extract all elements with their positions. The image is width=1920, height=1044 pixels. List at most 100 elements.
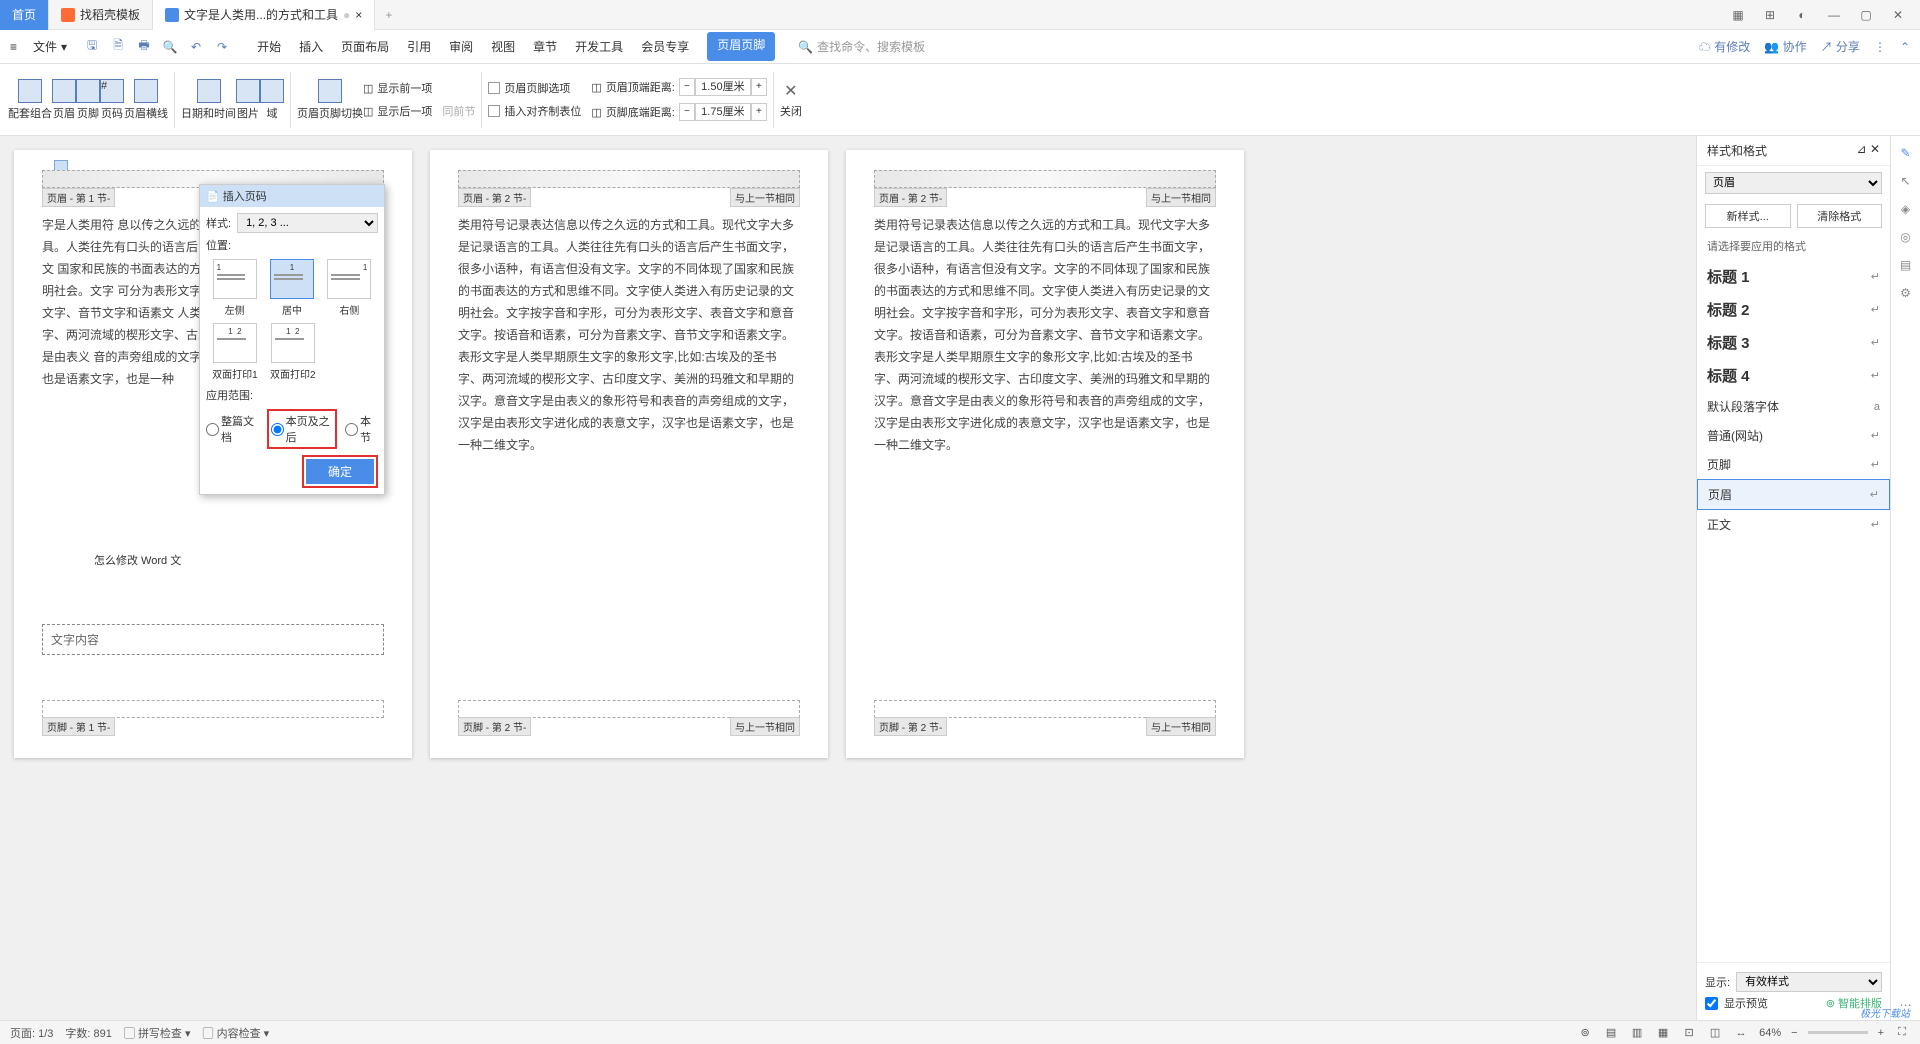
zoom-slider[interactable]: [1808, 1031, 1868, 1034]
pin-icon[interactable]: ⊿: [1857, 142, 1867, 156]
side-select-icon[interactable]: ↖: [1900, 174, 1910, 188]
ribbon-header[interactable]: 页眉: [52, 79, 76, 121]
ribbon-show-prev[interactable]: ◫显示前一项: [363, 78, 475, 98]
ribbon-show-next[interactable]: ◫显示后一项 同前节: [363, 101, 475, 121]
changes-indicator[interactable]: ☁ 有修改: [1699, 38, 1750, 55]
layout-icon[interactable]: ▦: [1726, 3, 1750, 27]
menu-pagelayout[interactable]: 页面布局: [341, 32, 389, 61]
style-item[interactable]: 普通(网站)↵: [1697, 421, 1890, 450]
view-target-icon[interactable]: ⊚: [1577, 1025, 1593, 1041]
spin-up[interactable]: +: [751, 103, 767, 121]
ribbon-close[interactable]: ✕关闭: [780, 81, 802, 119]
view-print-icon[interactable]: ▥: [1629, 1025, 1645, 1041]
save-icon[interactable]: 🖫: [83, 38, 101, 56]
menu-header-footer[interactable]: 页眉页脚: [707, 32, 775, 61]
side-shapes-icon[interactable]: ◈: [1901, 202, 1910, 216]
current-style-select[interactable]: 页眉: [1705, 172, 1882, 194]
zoom-in-button[interactable]: +: [1878, 1027, 1884, 1039]
ribbon-hf-switch[interactable]: 页眉页脚切换: [297, 79, 363, 121]
show-select[interactable]: 有效样式: [1736, 972, 1882, 992]
close-button[interactable]: ✕: [1886, 3, 1910, 27]
content-check-toggle[interactable]: ▢ 内容检查 ▾: [203, 1025, 270, 1041]
tab-home[interactable]: 首页: [0, 0, 49, 30]
style-item[interactable]: 标题 4↵: [1697, 359, 1890, 392]
collapse-icon[interactable]: ⌃: [1900, 40, 1910, 54]
view-web-icon[interactable]: ▦: [1655, 1025, 1671, 1041]
pos-duplex1[interactable]: 1 2双面打印1: [212, 323, 258, 381]
side-styles-icon[interactable]: ✎: [1900, 146, 1910, 160]
print-preview-icon[interactable]: 🔍: [161, 38, 179, 56]
style-item[interactable]: 标题 2↵: [1697, 293, 1890, 326]
style-item[interactable]: 正文↵: [1697, 510, 1890, 539]
print-icon[interactable]: 🖶: [135, 38, 153, 56]
close-panel-icon[interactable]: ✕: [1870, 142, 1880, 156]
undo-icon[interactable]: ↶: [187, 38, 205, 56]
pos-left[interactable]: 1左侧: [213, 259, 257, 317]
view-outline-icon[interactable]: ⊡: [1681, 1025, 1697, 1041]
preview-checkbox[interactable]: [1705, 997, 1718, 1010]
save-as-icon[interactable]: 🗎: [109, 38, 127, 56]
menu-chapter[interactable]: 章节: [533, 32, 557, 61]
fit-width-icon[interactable]: ↔: [1733, 1025, 1749, 1041]
tab-templates[interactable]: 找稻壳模板: [49, 0, 153, 30]
side-layers-icon[interactable]: ◎: [1900, 230, 1910, 244]
maximize-button[interactable]: ▢: [1854, 3, 1878, 27]
document-canvas[interactable]: 页眉 - 第 1 节- 字是人类用符 息以传之久远的方式和工具。现代文字 录的工…: [0, 136, 1696, 1020]
share-button[interactable]: ↗ 分享: [1821, 38, 1860, 55]
minimize-button[interactable]: —: [1822, 3, 1846, 27]
menu-insert[interactable]: 插入: [299, 32, 323, 61]
ribbon-footer[interactable]: 页脚: [76, 79, 100, 121]
ribbon-insert-tab[interactable]: 插入对齐制表位: [488, 101, 581, 121]
ribbon-field[interactable]: 域: [260, 79, 284, 121]
tab-add-button[interactable]: +: [375, 8, 402, 22]
view-read-icon[interactable]: ◫: [1707, 1025, 1723, 1041]
ribbon-headerline[interactable]: 页眉横线: [124, 79, 168, 121]
ribbon-hf-options[interactable]: 页眉页脚选项: [488, 78, 581, 98]
avatar-icon[interactable]: ◐: [1790, 3, 1814, 27]
tab-document[interactable]: 文字是人类用...的方式和工具 ● ×: [153, 0, 375, 30]
format-select[interactable]: 1, 2, 3 ...: [237, 213, 378, 233]
coop-button[interactable]: 👥 协作: [1764, 38, 1806, 55]
clear-format-button[interactable]: 清除格式: [1797, 204, 1883, 228]
ribbon-pagenum[interactable]: #页码: [100, 79, 124, 121]
new-style-button[interactable]: 新样式...: [1705, 204, 1791, 228]
spin-up[interactable]: +: [751, 78, 767, 96]
side-book-icon[interactable]: ▤: [1900, 258, 1911, 272]
command-search[interactable]: 🔍 查找命令、搜索模板: [798, 38, 925, 55]
ribbon-image[interactable]: 图片: [236, 79, 260, 121]
range-this-and-after[interactable]: 本页及之后: [271, 413, 333, 445]
ribbon-set[interactable]: 配套组合: [8, 79, 52, 121]
spellcheck-toggle[interactable]: ▢ 拼写检查 ▾: [124, 1025, 191, 1041]
page-indicator[interactable]: 页面: 1/3: [10, 1025, 53, 1041]
hamburger-icon[interactable]: ≡: [10, 40, 17, 54]
menu-view[interactable]: 视图: [491, 32, 515, 61]
same-prev-label[interactable]: 同前节: [442, 103, 475, 119]
tab-close-icon[interactable]: ×: [355, 8, 362, 22]
more-icon[interactable]: ⋮: [1874, 40, 1886, 54]
fullscreen-icon[interactable]: ⛶: [1894, 1025, 1910, 1041]
range-this-section[interactable]: 本节: [345, 413, 378, 445]
zoom-value[interactable]: 64%: [1759, 1027, 1781, 1039]
pos-center[interactable]: 1居中: [270, 259, 314, 317]
pos-duplex2[interactable]: 1 2双面打印2: [270, 323, 316, 381]
side-settings-icon[interactable]: ⚙: [1900, 286, 1911, 300]
menu-references[interactable]: 引用: [407, 32, 431, 61]
style-item[interactable]: 页脚↵: [1697, 450, 1890, 479]
menu-vip[interactable]: 会员专享: [641, 32, 689, 61]
ok-button[interactable]: 确定: [306, 459, 374, 484]
ribbon-datetime[interactable]: 日期和时间: [181, 79, 236, 121]
style-item[interactable]: 默认段落字体a: [1697, 392, 1890, 421]
file-menu[interactable]: 文件▾: [25, 34, 75, 59]
menu-dev[interactable]: 开发工具: [575, 32, 623, 61]
footer-distance-value[interactable]: 1.75厘米: [695, 103, 751, 121]
menu-review[interactable]: 审阅: [449, 32, 473, 61]
spin-down[interactable]: −: [679, 103, 695, 121]
menu-start[interactable]: 开始: [257, 32, 281, 61]
zoom-out-button[interactable]: −: [1791, 1027, 1797, 1039]
pos-right[interactable]: 1右侧: [327, 259, 371, 317]
range-whole-doc[interactable]: 整篇文档: [206, 413, 259, 445]
header-distance-value[interactable]: 1.50厘米: [695, 78, 751, 96]
spin-down[interactable]: −: [679, 78, 695, 96]
redo-icon[interactable]: ↷: [213, 38, 231, 56]
apps-icon[interactable]: ⊞: [1758, 3, 1782, 27]
